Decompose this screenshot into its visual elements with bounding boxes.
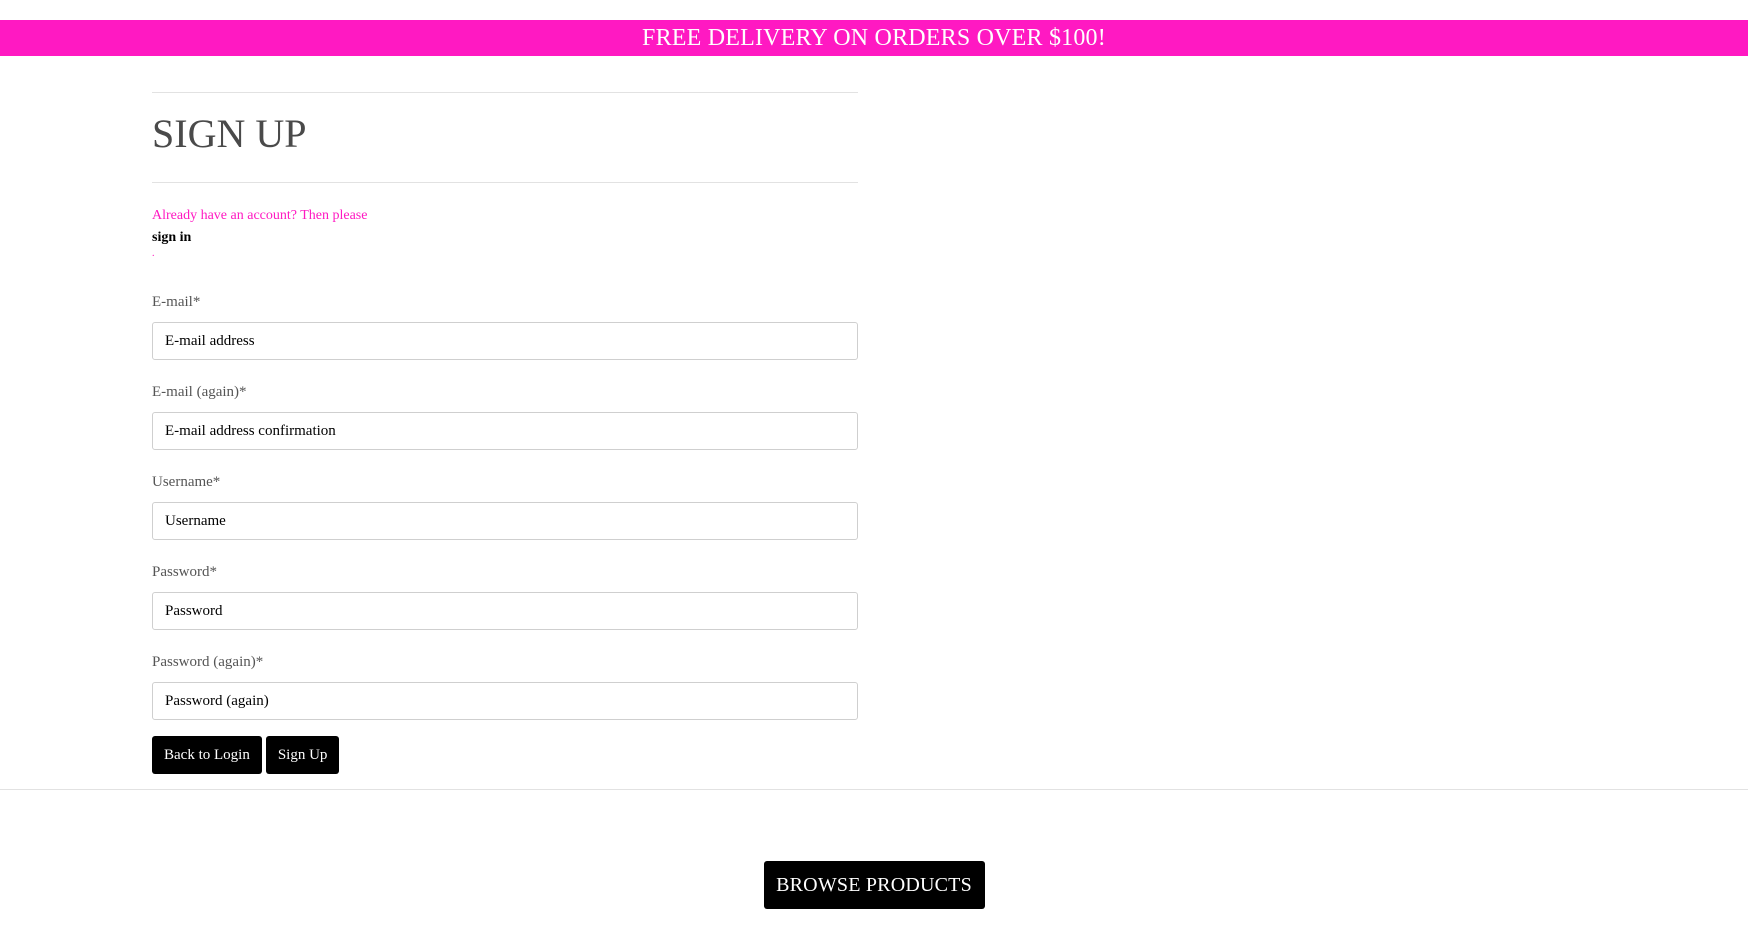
footer-divider xyxy=(0,789,1748,790)
promo-banner: FREE DELIVERY ON ORDERS OVER $100! xyxy=(0,20,1748,56)
signin-note: Already have an account? Then please sig… xyxy=(152,207,858,261)
email-confirm-label: E-mail (again)* xyxy=(152,384,247,400)
email-input[interactable] xyxy=(152,322,858,360)
password-label: Password* xyxy=(152,564,218,580)
divider-top xyxy=(152,92,858,93)
username-field-group: Username* xyxy=(152,473,858,540)
password-confirm-label: Password (again)* xyxy=(152,654,264,670)
email-confirm-input[interactable] xyxy=(152,412,858,450)
signin-suffix: . xyxy=(152,248,155,259)
signin-link[interactable]: sign in xyxy=(152,229,858,247)
signup-container: SIGN UP Already have an account? Then pl… xyxy=(152,92,858,774)
username-label: Username* xyxy=(152,474,221,490)
page-title: SIGN UP xyxy=(152,111,307,156)
browse-products-button[interactable]: BROWSE PRODUCTS xyxy=(763,861,985,909)
password-field-group: Password* xyxy=(152,563,858,630)
divider-title xyxy=(152,182,858,183)
sign-up-button[interactable]: Sign Up xyxy=(265,736,340,774)
email-field-group: E-mail* xyxy=(152,293,858,360)
back-to-login-button[interactable]: Back to Login xyxy=(152,736,262,774)
browse-section: BROWSE PRODUCTS xyxy=(0,861,1748,909)
top-spacer xyxy=(0,0,1748,20)
password-input[interactable] xyxy=(152,592,858,630)
password-confirm-input[interactable] xyxy=(152,682,858,720)
password-confirm-field-group: Password (again)* xyxy=(152,653,858,720)
signup-form: E-mail* E-mail (again)* Username* Passwo… xyxy=(152,293,858,774)
username-input[interactable] xyxy=(152,502,858,540)
email-confirm-field-group: E-mail (again)* xyxy=(152,383,858,450)
form-actions: Back to Login Sign Up xyxy=(152,736,858,774)
email-label: E-mail* xyxy=(152,294,201,310)
signin-prompt: Already have an account? Then please xyxy=(152,208,368,223)
